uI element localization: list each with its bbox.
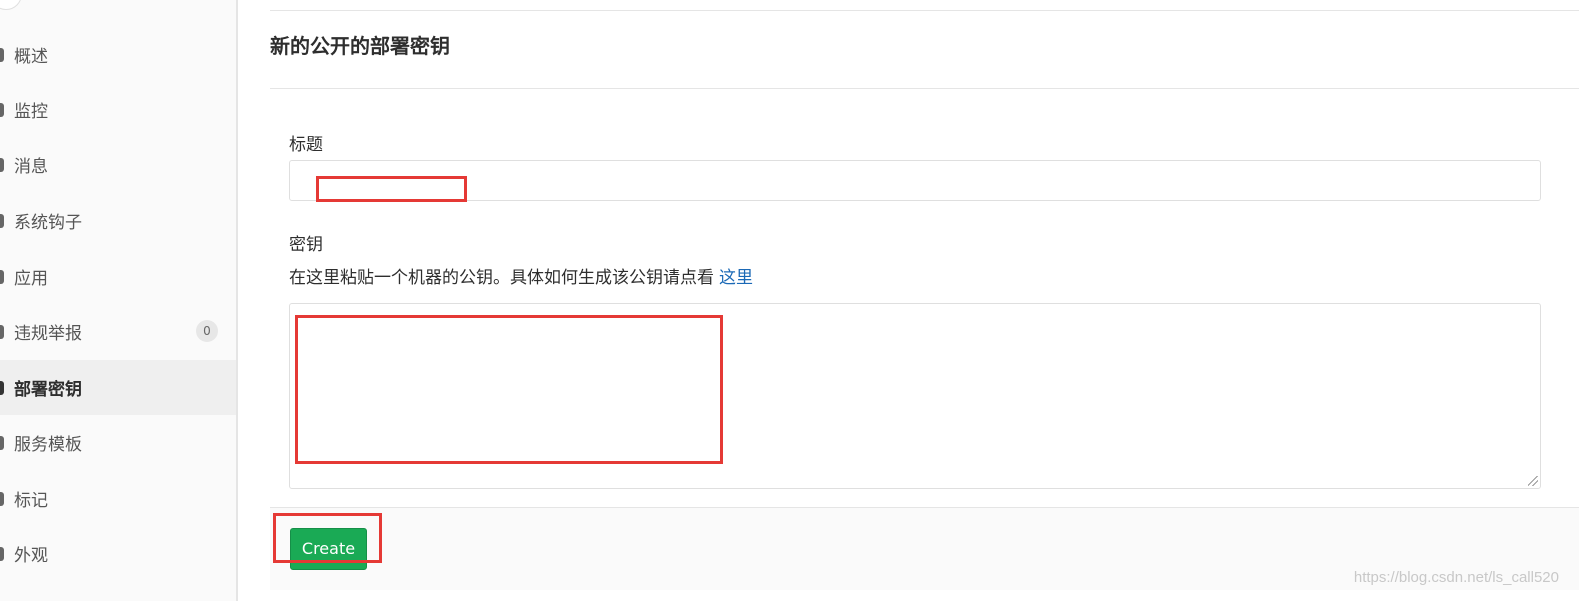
- sidebar-item-abuse-reports[interactable]: 违规举报 0: [0, 304, 236, 359]
- watermark: https://blog.csdn.net/ls_call520: [1353, 569, 1559, 586]
- sidebar-item-applications[interactable]: 应用: [0, 249, 236, 304]
- sidebar-item-label: 监控: [14, 102, 48, 122]
- title-input[interactable]: [289, 160, 1541, 201]
- title-label: 标题: [289, 135, 323, 155]
- sidebar-item-overview[interactable]: 概述: [0, 27, 236, 82]
- hooks-icon: [0, 213, 4, 228]
- divider: [270, 88, 1579, 89]
- overview-icon: [0, 47, 4, 62]
- sidebar-item-label: 服务模板: [14, 435, 82, 455]
- appearance-icon: [0, 546, 4, 561]
- monitoring-icon: [0, 102, 4, 117]
- sidebar-collapse-toggle[interactable]: [0, 0, 22, 10]
- key-label: 密钥: [289, 235, 323, 255]
- sidebar-item-appearance[interactable]: 外观: [0, 526, 236, 581]
- sidebar-item-label: 消息: [14, 157, 48, 177]
- annotation-highlight-create: [273, 513, 382, 563]
- divider: [270, 10, 1579, 11]
- sidebar-item-label: 外观: [14, 546, 48, 566]
- sidebar-item-messages[interactable]: 消息: [0, 137, 236, 192]
- labels-icon: [0, 491, 4, 506]
- page-title: 新的公开的部署密钥: [270, 34, 450, 58]
- sidebar-item-label: 应用: [14, 269, 48, 289]
- sidebar-item-label: 违规举报: [14, 324, 82, 344]
- key-help-text: 在这里粘贴一个机器的公钥。具体如何生成该公钥请点看 这里: [289, 263, 753, 288]
- templates-icon: [0, 435, 4, 450]
- sidebar-item-label: 系统钩子: [14, 213, 82, 233]
- sidebar-item-label: 概述: [14, 47, 48, 67]
- help-link[interactable]: 这里: [719, 268, 753, 288]
- sidebar-item-label: 标记: [14, 491, 48, 511]
- abuse-reports-icon: [0, 324, 4, 339]
- applications-icon: [0, 269, 4, 284]
- key-icon: [0, 380, 4, 395]
- messages-icon: [0, 157, 4, 172]
- count-badge: 0: [196, 320, 218, 342]
- sidebar-item-monitoring[interactable]: 监控: [0, 82, 236, 137]
- resize-handle[interactable]: [1528, 476, 1538, 486]
- annotation-highlight-key: [295, 315, 723, 464]
- sidebar-item-labels[interactable]: 标记: [0, 471, 236, 526]
- sidebar-item-service-templates[interactable]: 服务模板: [0, 415, 236, 470]
- key-help-text-content: 在这里粘贴一个机器的公钥。具体如何生成该公钥请点看: [289, 268, 714, 288]
- sidebar-item-system-hooks[interactable]: 系统钩子: [0, 193, 236, 248]
- sidebar-item-deploy-keys[interactable]: 部署密钥: [0, 360, 236, 415]
- annotation-highlight-title: [316, 176, 467, 202]
- sidebar: 概述 监控 消息 系统钩子 应用 违规举报 0 部署密钥 服务模板 标记 外观: [0, 0, 238, 601]
- sidebar-item-label: 部署密钥: [14, 380, 82, 400]
- main-content: 新的公开的部署密钥 标题 密钥 在这里粘贴一个机器的公钥。具体如何生成该公钥请点…: [270, 0, 1579, 601]
